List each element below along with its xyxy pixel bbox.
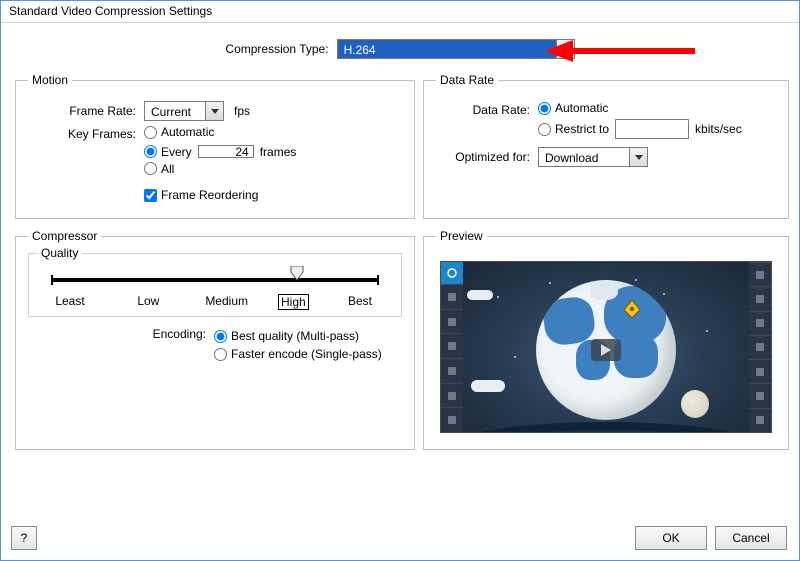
chevron-down-icon[interactable] (556, 40, 574, 58)
ok-button[interactable]: OK (635, 526, 707, 550)
kf-all-label: All (161, 162, 174, 176)
preview-tool-icon[interactable] (749, 311, 771, 335)
frame-rate-unit: fps (234, 104, 250, 118)
chevron-down-icon[interactable] (629, 148, 647, 166)
cancel-button[interactable]: Cancel (715, 526, 787, 550)
encoding-faster-radio[interactable]: Faster encode (Single-pass) (214, 347, 382, 361)
optimized-for-combo[interactable]: Download (538, 147, 648, 167)
window-title: Standard Video Compression Settings (1, 1, 799, 23)
dialog-footer: ? OK Cancel (11, 526, 787, 550)
kf-all-radio[interactable]: All (144, 162, 174, 176)
preview-legend: Preview (436, 229, 487, 243)
kf-every-value-input[interactable] (198, 145, 254, 158)
preview-tool-icon[interactable] (441, 407, 463, 432)
preview-tool-icon[interactable] (441, 333, 463, 358)
frame-reordering-label: Frame Reordering (161, 188, 258, 202)
quality-tick-low: Low (121, 294, 175, 310)
preview-tool-icon[interactable] (749, 408, 771, 432)
dr-restrict-unit: kbits/sec (695, 122, 742, 136)
dr-automatic-radio[interactable]: Automatic (538, 101, 776, 115)
preview-tool-icon[interactable] (749, 359, 771, 383)
dr-restrict-label: Restrict to (555, 122, 609, 136)
kf-automatic-radio[interactable]: Automatic (144, 125, 214, 139)
kf-every-label: Every (161, 145, 192, 159)
preview-tool-icon[interactable] (441, 383, 463, 408)
quality-ticks: Least Low Medium High Best (43, 294, 387, 310)
kf-every-radio[interactable]: Every (144, 145, 192, 159)
chevron-down-icon[interactable] (205, 102, 223, 120)
preview-tool-icon[interactable] (441, 358, 463, 383)
compressor-legend: Compressor (28, 229, 101, 243)
dialog-window: Standard Video Compression Settings Comp… (0, 0, 800, 561)
preview-frame (440, 261, 772, 433)
compression-type-row: Compression Type: H.264 (15, 33, 785, 73)
data-rate-label: Data Rate: (436, 101, 532, 117)
preview-tool-icon[interactable] (441, 309, 463, 334)
encoding-best-radio[interactable]: Best quality (Multi-pass) (214, 329, 382, 343)
compressor-group: Compressor Quality Least Low Medium High (15, 229, 415, 450)
preview-group: Preview (423, 229, 789, 450)
kf-automatic-label: Automatic (161, 125, 214, 139)
preview-tool-icon[interactable] (441, 284, 463, 309)
help-button[interactable]: ? (11, 526, 37, 550)
quality-tick-least: Least (43, 294, 97, 310)
preview-right-toolbar (749, 262, 771, 432)
play-icon[interactable] (591, 339, 621, 361)
frame-rate-value: Current (145, 102, 205, 120)
slider-thumb-icon[interactable] (289, 266, 305, 280)
preview-tool-icon[interactable] (749, 262, 771, 286)
optimized-for-value: Download (539, 148, 629, 166)
dialog-content: Compression Type: H.264 Motion (1, 23, 799, 458)
quality-tick-best: Best (333, 294, 387, 310)
dr-automatic-label: Automatic (555, 101, 608, 115)
encoding-best-label: Best quality (Multi-pass) (231, 329, 359, 343)
optimized-for-label: Optimized for: (436, 150, 532, 164)
preview-stage (463, 262, 749, 432)
encoding-label: Encoding: (98, 327, 208, 341)
map-marker-icon (623, 300, 641, 325)
kf-every-unit: frames (260, 145, 297, 159)
preview-left-toolbar (441, 262, 463, 432)
compression-type-label: Compression Type: (225, 42, 328, 56)
quality-slider[interactable] (51, 274, 379, 284)
frame-rate-combo[interactable]: Current (144, 101, 224, 121)
key-frames-label: Key Frames: (28, 125, 138, 141)
preview-tool-icon[interactable] (749, 335, 771, 359)
frame-rate-label: Frame Rate: (28, 104, 138, 118)
quality-tick-medium: Medium (200, 294, 254, 310)
data-rate-group: Data Rate Data Rate: Automatic Restrict … (423, 73, 789, 219)
data-rate-legend: Data Rate (436, 73, 498, 87)
motion-legend: Motion (28, 73, 72, 87)
quality-slider-box: Quality Least Low Medium High Best (28, 253, 402, 317)
frame-reordering-checkbox[interactable]: Frame Reordering (144, 188, 402, 202)
motion-group: Motion Frame Rate: Current fps Key Frame… (15, 73, 415, 219)
dr-restrict-value-input[interactable] (615, 119, 689, 139)
compression-type-combo[interactable]: H.264 (337, 39, 575, 59)
compression-type-value: H.264 (338, 40, 556, 58)
quality-legend: Quality (37, 246, 82, 260)
dr-restrict-radio[interactable]: Restrict to (538, 122, 609, 136)
encoding-faster-label: Faster encode (Single-pass) (231, 347, 382, 361)
preview-tool-icon[interactable] (749, 383, 771, 407)
preview-app-icon (441, 262, 463, 284)
quality-tick-high: High (278, 294, 309, 310)
preview-tool-icon[interactable] (749, 286, 771, 310)
